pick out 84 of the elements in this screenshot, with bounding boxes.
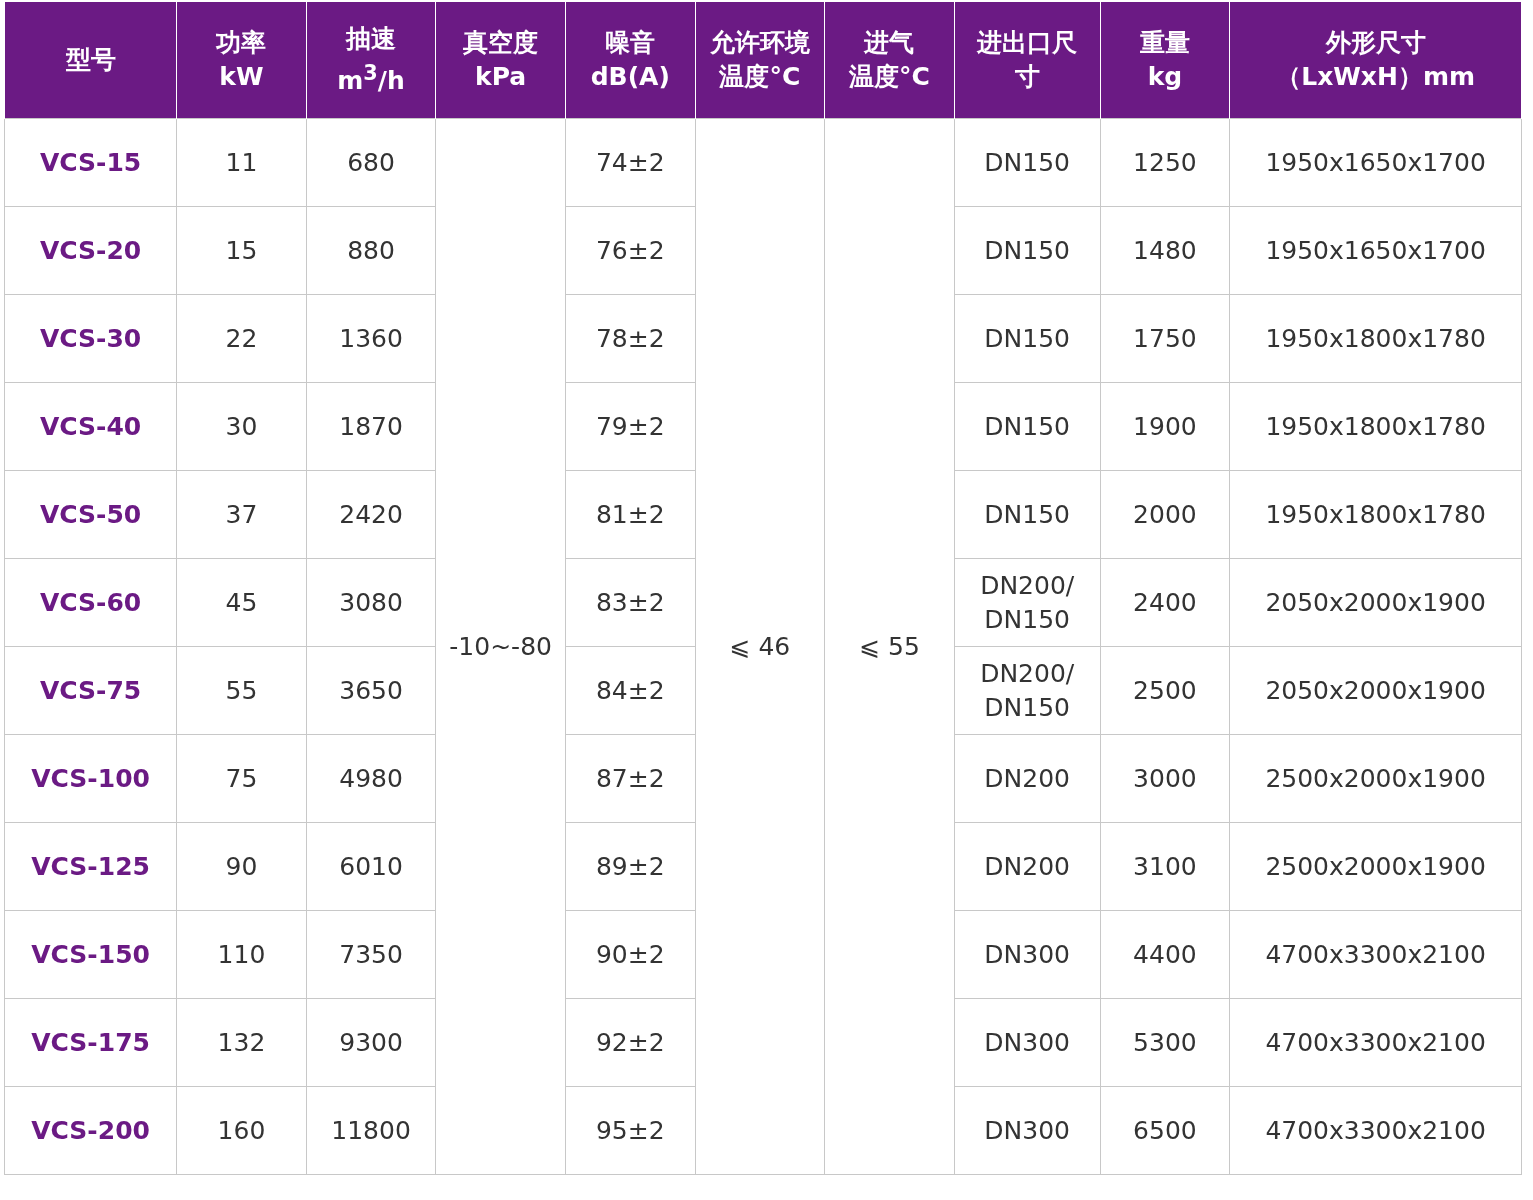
model-cell: VCS-30 (4, 294, 177, 383)
table-cell: 2500 (1100, 646, 1230, 735)
table-cell: DN300 (954, 910, 1101, 999)
merged-cell: ⩽ 46 (695, 118, 825, 1175)
column-header-line: 进气 (863, 27, 916, 59)
table-cell: 1900 (1100, 382, 1230, 471)
model-cell: VCS-15 (4, 118, 177, 207)
table-cell: 74±2 (565, 118, 696, 207)
column-header-line: m$^{3}$/h (336, 59, 406, 98)
model-cell: VCS-20 (4, 206, 177, 295)
table-cell: 1950x1800x1780 (1229, 382, 1522, 471)
table-cell: 5300 (1100, 998, 1230, 1087)
table-cell: 2050x2000x1900 (1229, 646, 1522, 735)
model-cell: VCS-60 (4, 558, 177, 647)
table-cell: DN150 (954, 118, 1101, 207)
table-cell: 1950x1800x1780 (1229, 294, 1522, 383)
table-cell: DN150 (954, 294, 1101, 383)
table-cell: 2500x2000x1900 (1229, 822, 1522, 911)
column-header-line: 寸 (1013, 61, 1041, 93)
table-cell: DN300 (954, 998, 1101, 1087)
table-cell: 55 (176, 646, 307, 735)
table-cell: 30 (176, 382, 307, 471)
table-cell: DN150 (954, 470, 1101, 559)
table-cell: DN200 (954, 734, 1101, 823)
table-cell: 45 (176, 558, 307, 647)
table-cell: 2400 (1100, 558, 1230, 647)
column-header-line: 噪音 (604, 27, 657, 59)
table-cell: 4700x3300x2100 (1229, 910, 1522, 999)
table-cell: 90 (176, 822, 307, 911)
table-cell: 110 (176, 910, 307, 999)
table-cell: 132 (176, 998, 307, 1087)
table-cell: DN200/ DN150 (954, 646, 1101, 735)
table-cell: DN300 (954, 1086, 1101, 1175)
column-header-line: 真空度 (462, 27, 540, 59)
column-header-line: 外形尺寸 (1324, 27, 1427, 59)
column-header-line: 温度°C (848, 61, 931, 93)
table-cell: 15 (176, 206, 307, 295)
column-header-line: 进出口尺 (976, 27, 1079, 59)
column-header-line: dB(A) (589, 61, 671, 93)
table-cell: 680 (306, 118, 436, 207)
table-cell: DN200/ DN150 (954, 558, 1101, 647)
column-header-line: 抽速 (344, 22, 398, 55)
column-header-line: 型号 (64, 44, 117, 76)
table-cell: 160 (176, 1086, 307, 1175)
table-cell: 6500 (1100, 1086, 1230, 1175)
table-cell: 11 (176, 118, 307, 207)
model-cell: VCS-100 (4, 734, 177, 823)
model-cell: VCS-75 (4, 646, 177, 735)
table-cell: 1950x1650x1700 (1229, 118, 1522, 207)
table-cell: 2050x2000x1900 (1229, 558, 1522, 647)
table-cell: 1950x1800x1780 (1229, 470, 1522, 559)
column-header-line: 重量 (1138, 27, 1191, 59)
column-header-line: kPa (474, 61, 528, 93)
model-cell: VCS-40 (4, 382, 177, 471)
table-cell: 37 (176, 470, 307, 559)
table-cell: 4400 (1100, 910, 1230, 999)
table-cell: DN150 (954, 206, 1101, 295)
table-cell: DN200 (954, 822, 1101, 911)
column-header-line: （LxWxH）mm (1275, 61, 1476, 93)
column-header-line: 温度°C (718, 61, 802, 93)
table-cell: 4700x3300x2100 (1229, 998, 1522, 1087)
table-cell: 1750 (1100, 294, 1230, 383)
table-cell: 1950x1650x1700 (1229, 206, 1522, 295)
column-header-line: 允许环境 (708, 27, 811, 59)
model-cell: VCS-125 (4, 822, 177, 911)
column-header-line: kW (218, 61, 265, 93)
merged-cell: ⩽ 55 (824, 118, 955, 1175)
table-cell: 4700x3300x2100 (1229, 1086, 1522, 1175)
merged-cell: -10~-80 (435, 118, 566, 1175)
column-header-line: kg (1146, 61, 1184, 93)
table-cell: 75 (176, 734, 307, 823)
table-cell: 1250 (1100, 118, 1230, 207)
model-cell: VCS-200 (4, 1086, 177, 1175)
table-cell: 2000 (1100, 470, 1230, 559)
table-cell: 22 (176, 294, 307, 383)
table-cell: 1480 (1100, 206, 1230, 295)
table-cell: 3000 (1100, 734, 1230, 823)
table-cell: 3100 (1100, 822, 1230, 911)
model-cell: VCS-150 (4, 910, 177, 999)
table-cell: 2500x2000x1900 (1229, 734, 1522, 823)
column-header-line: 功率 (215, 27, 268, 59)
table-cell: DN150 (954, 382, 1101, 471)
model-cell: VCS-50 (4, 470, 177, 559)
model-cell: VCS-175 (4, 998, 177, 1087)
